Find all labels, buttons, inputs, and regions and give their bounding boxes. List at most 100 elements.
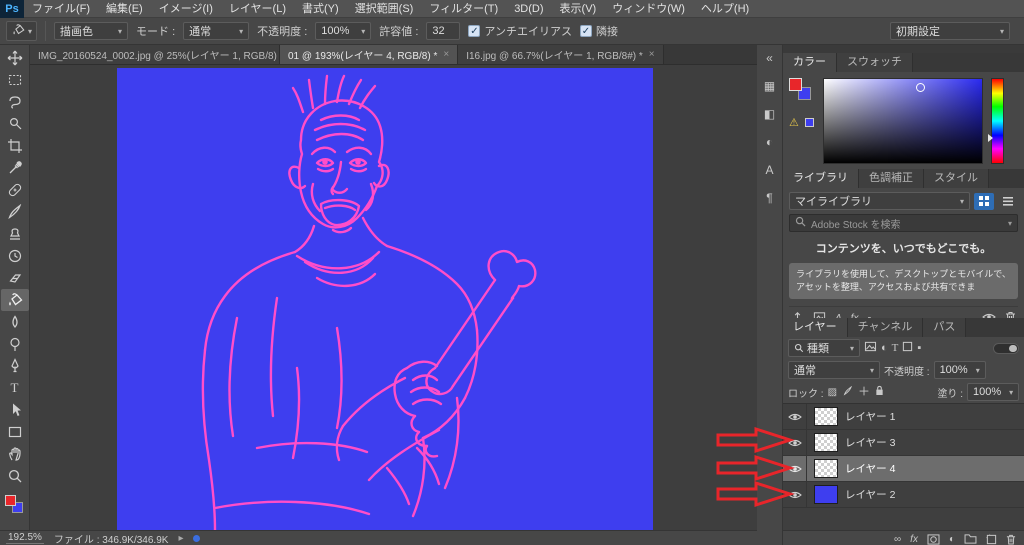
hue-slider[interactable] — [991, 78, 1004, 164]
brush-tool[interactable] — [1, 201, 29, 223]
canvas[interactable] — [117, 68, 653, 530]
menu-window[interactable]: ウィンドウ(W) — [604, 0, 693, 18]
layer-thumbnail[interactable] — [814, 485, 838, 504]
blur-tool[interactable] — [1, 311, 29, 333]
contiguous-checkbox[interactable]: ✓ 隣接 — [579, 23, 618, 39]
layer-thumbnail[interactable] — [814, 433, 838, 452]
antialias-checkbox[interactable]: ✓ アンチエイリアス — [468, 23, 572, 39]
eraser-tool[interactable] — [1, 267, 29, 289]
color-field-cursor[interactable] — [916, 83, 925, 92]
tab-libraries[interactable]: ライブラリ — [783, 169, 859, 188]
adjustment-layer-icon[interactable]: ◐ — [949, 534, 955, 545]
close-icon[interactable]: × — [443, 49, 449, 60]
menu-type[interactable]: 書式(Y) — [294, 0, 347, 18]
info-panel-icon[interactable]: ◐ — [760, 133, 780, 151]
visibility-eye-icon[interactable] — [783, 455, 807, 482]
layer-opacity-dropdown[interactable]: 100% ▾ — [933, 361, 986, 379]
grid-view-icon[interactable] — [974, 192, 994, 210]
document-tab-2-active[interactable]: 01 @ 193%(レイヤー 4, RGB/8) * × — [280, 45, 459, 64]
foreground-background-swatches[interactable] — [4, 495, 26, 517]
layer-row-4-selected[interactable]: レイヤー 4 — [783, 455, 1024, 482]
filter-image-icon[interactable] — [864, 341, 877, 355]
tab-adjustments[interactable]: 色調補正 — [859, 169, 924, 188]
tab-swatches[interactable]: スウォッチ — [837, 53, 913, 72]
menu-filter[interactable]: フィルター(T) — [421, 0, 506, 18]
paint-bucket-tool[interactable] — [0, 289, 29, 311]
fill-dropdown[interactable]: 100% ▾ — [967, 383, 1019, 401]
menu-layer[interactable]: レイヤー(L) — [221, 0, 294, 18]
character-panel-icon[interactable]: A — [760, 161, 780, 179]
lock-pixels-icon[interactable] — [843, 385, 853, 399]
lock-transparent-icon[interactable]: ▨ — [828, 387, 837, 398]
document-tab-3[interactable]: I16.jpg @ 66.7%(レイヤー 1, RGB/8#) * × — [458, 45, 664, 64]
blend-mode-dropdown[interactable]: 通常 ▾ — [788, 361, 880, 379]
rectangle-tool[interactable] — [1, 421, 29, 443]
gamut-color-chip[interactable] — [805, 118, 814, 127]
dodge-tool[interactable] — [1, 333, 29, 355]
foreground-color-swatch[interactable] — [4, 495, 16, 506]
visibility-eye-icon[interactable] — [783, 481, 807, 508]
hand-tool[interactable] — [1, 443, 29, 465]
workspace-switcher[interactable]: 初期設定 ▾ — [890, 22, 1010, 40]
saturation-brightness-field[interactable] — [823, 78, 983, 164]
path-selection-tool[interactable] — [1, 399, 29, 421]
panel-fg-bg-swatches[interactable] — [789, 78, 817, 108]
fill-source-dropdown[interactable]: 描画色 ▾ — [54, 22, 129, 40]
quick-selection-tool[interactable] — [1, 113, 29, 135]
library-select-dropdown[interactable]: マイライブラリ ▾ — [789, 192, 970, 210]
healing-brush-tool[interactable] — [1, 179, 29, 201]
zoom-level-field[interactable]: 192.5% — [6, 532, 44, 544]
delete-layer-trash-icon[interactable] — [1006, 534, 1016, 545]
collapse-panels-icon[interactable]: « — [760, 49, 780, 67]
layer-row-1[interactable]: レイヤー 1 — [783, 403, 1024, 430]
lock-all-icon[interactable] — [875, 385, 884, 399]
filter-adjustment-icon[interactable]: ◐ — [881, 342, 888, 354]
layer-filter-dropdown[interactable]: 種類 ▾ — [788, 339, 860, 357]
layer-style-fx-icon[interactable]: fx — [910, 534, 918, 545]
marquee-tool[interactable] — [1, 69, 29, 91]
menu-3d[interactable]: 3D(D) — [506, 0, 551, 18]
list-view-icon[interactable] — [998, 193, 1018, 210]
layer-row-2[interactable]: レイヤー 2 — [783, 481, 1024, 508]
visibility-eye-icon[interactable] — [783, 403, 807, 430]
tab-layers[interactable]: レイヤー — [783, 318, 848, 337]
adobe-stock-search[interactable]: Adobe Stock を検索 ▾ — [789, 214, 1018, 232]
pen-tool[interactable] — [1, 355, 29, 377]
hue-slider-marker[interactable] — [988, 134, 993, 142]
menu-select[interactable]: 選択範囲(S) — [347, 0, 422, 18]
layer-thumbnail[interactable] — [814, 459, 838, 478]
tab-styles[interactable]: スタイル — [924, 169, 989, 188]
menu-file[interactable]: ファイル(F) — [24, 0, 98, 18]
link-layers-icon[interactable]: ∞ — [894, 534, 901, 545]
properties-panel-icon[interactable]: ◧ — [760, 105, 780, 123]
history-brush-tool[interactable] — [1, 245, 29, 267]
filter-smart-object-icon[interactable]: ▪ — [917, 342, 921, 354]
new-layer-icon[interactable] — [986, 533, 997, 545]
layer-row-3[interactable]: レイヤー 3 — [783, 429, 1024, 456]
gamut-warning-icon[interactable]: ⚠ — [789, 116, 799, 129]
panel-foreground-swatch[interactable] — [789, 78, 802, 91]
move-tool[interactable] — [1, 47, 29, 69]
menu-view[interactable]: 表示(V) — [552, 0, 605, 18]
crop-tool[interactable] — [1, 135, 29, 157]
zoom-tool[interactable] — [1, 465, 29, 487]
add-mask-icon[interactable] — [927, 533, 940, 545]
tab-channels[interactable]: チャンネル — [847, 318, 924, 337]
close-icon[interactable]: × — [649, 49, 655, 60]
filter-type-icon[interactable]: T — [892, 342, 899, 354]
filter-toggle-switch[interactable] — [993, 342, 1019, 354]
clone-stamp-tool[interactable] — [1, 223, 29, 245]
paragraph-panel-icon[interactable]: ¶ — [760, 189, 780, 207]
tab-paths[interactable]: パス — [923, 318, 967, 337]
tab-color[interactable]: カラー — [783, 53, 837, 72]
menu-help[interactable]: ヘルプ(H) — [693, 0, 757, 18]
tool-preset-picker[interactable]: ▾ — [6, 21, 38, 41]
histogram-panel-icon[interactable]: ▦ — [760, 77, 780, 95]
lasso-tool[interactable] — [1, 91, 29, 113]
status-chevron-icon[interactable]: ▸ — [178, 533, 183, 544]
type-tool[interactable]: T — [1, 377, 29, 399]
tolerance-input[interactable]: 32 — [426, 22, 461, 40]
eyedropper-tool[interactable] — [1, 157, 29, 179]
document-tab-1[interactable]: IMG_20160524_0002.jpg @ 25%(レイヤー 1, RGB/… — [30, 45, 280, 64]
filter-shape-icon[interactable] — [902, 341, 913, 355]
